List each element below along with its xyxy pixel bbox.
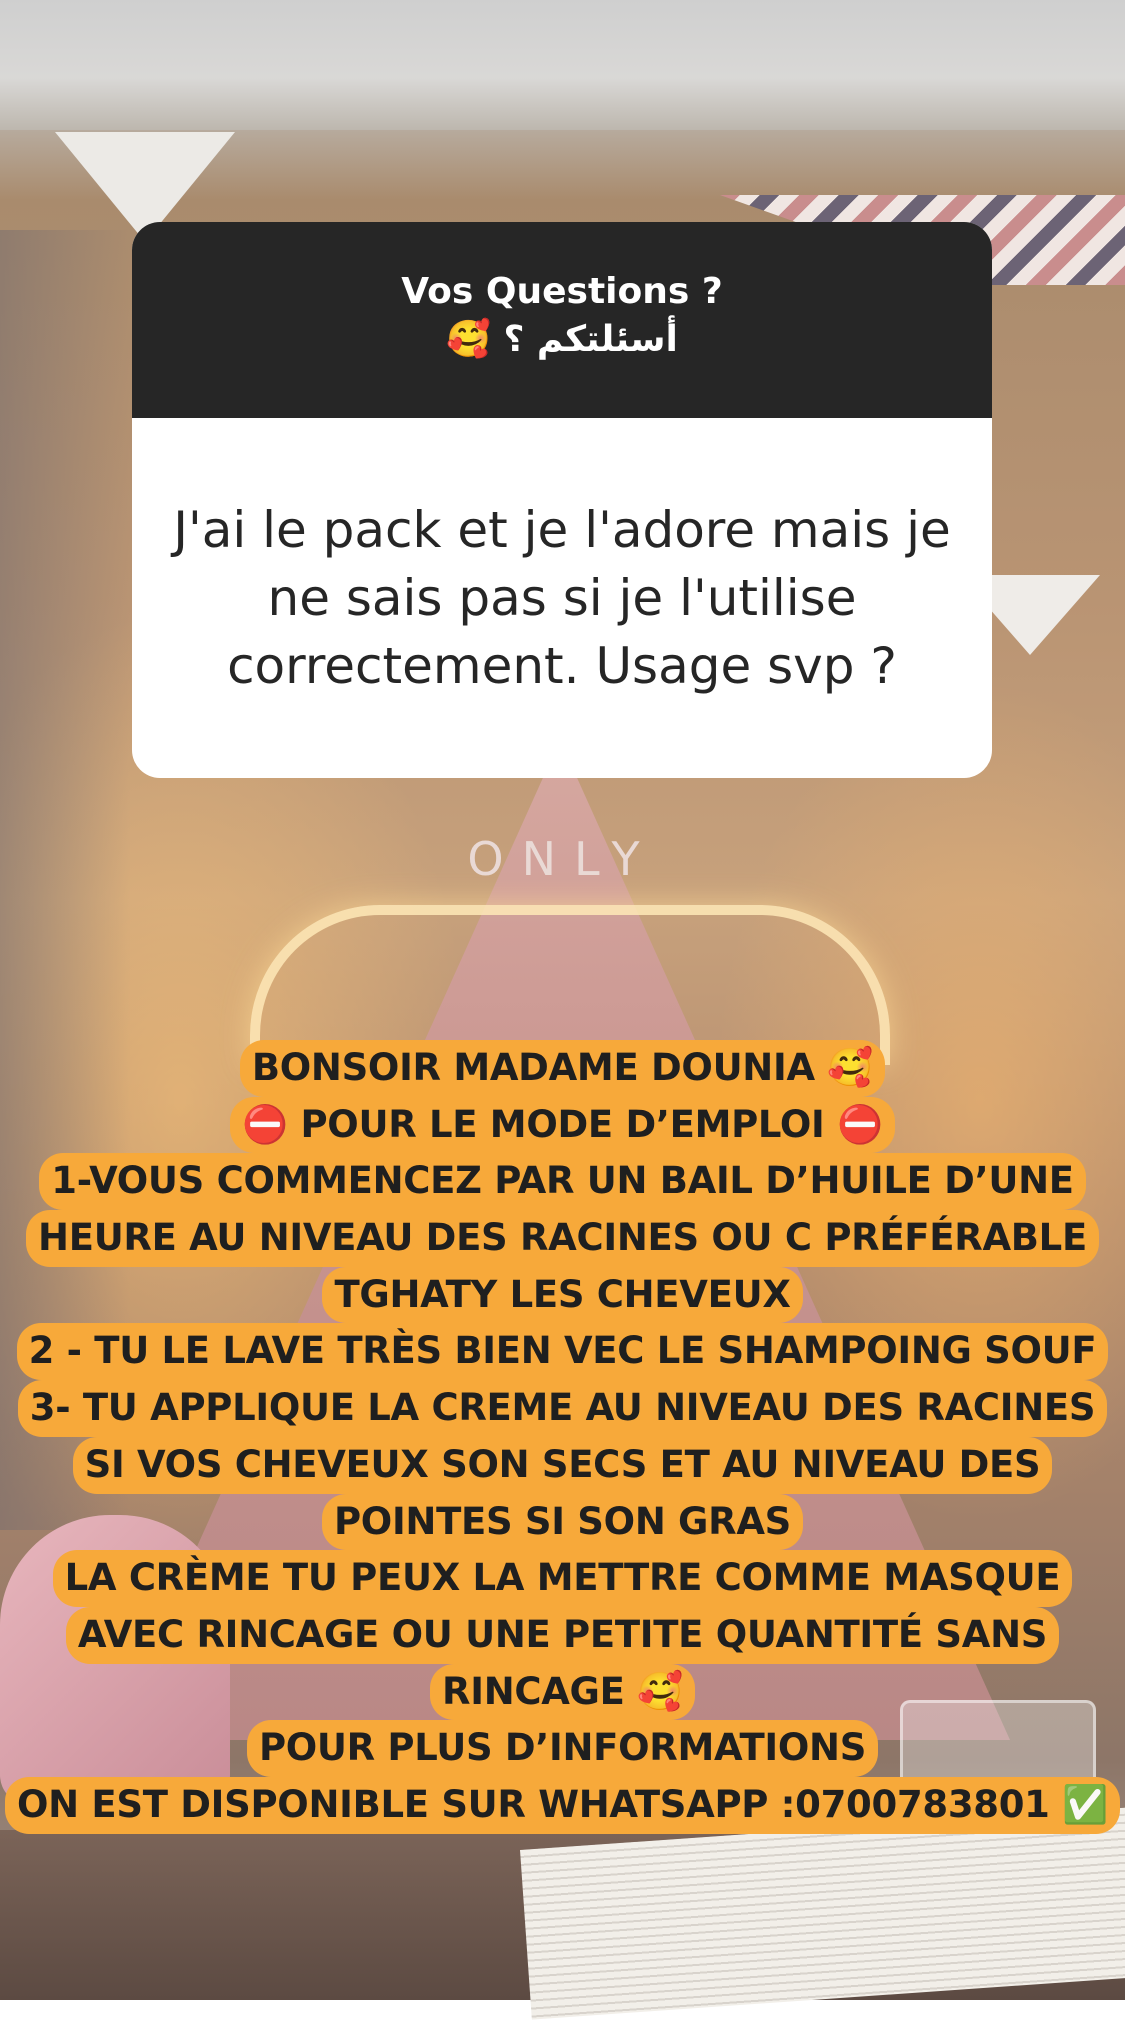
answer-line-text: AVEC RINCAGE OU UNE PETITE QUANTITÉ SANS	[65, 1606, 1060, 1664]
answer-line: ⛔️ POUR LE MODE D’EMPLOI ⛔️	[0, 1096, 1125, 1154]
answer-line-text: TGHATY LES CHEVEUX	[322, 1266, 803, 1324]
question-sticker[interactable]: Vos Questions ? أسئلتكم ؟ 🥰 J'ai le pack…	[132, 222, 992, 778]
answer-line: ON EST DISPONIBLE SUR WHATSAPP :07007838…	[0, 1776, 1125, 1834]
answer-line: RINCAGE 🥰	[0, 1663, 1125, 1721]
answer-line: 3- TU APPLIQUE LA CREME AU NIVEAU DES RA…	[0, 1380, 1125, 1437]
answer-line-text: HEURE AU NIVEAU DES RACINES OU C PRÉFÉRA…	[26, 1210, 1099, 1267]
answer-line: TGHATY LES CHEVEUX	[0, 1266, 1125, 1324]
answer-line-text: ⛔️ POUR LE MODE D’EMPLOI ⛔️	[230, 1096, 895, 1154]
answer-line: HEURE AU NIVEAU DES RACINES OU C PRÉFÉRA…	[0, 1210, 1125, 1267]
answer-line-text: 2 - TU LE LAVE TRÈS BIEN VEC LE SHAMPOIN…	[16, 1323, 1109, 1381]
answer-line-text: ON EST DISPONIBLE SUR WHATSAPP :07007838…	[5, 1776, 1120, 1834]
answer-line: 1-VOUS COMMENCEZ PAR UN BAIL D’HUILE D’U…	[0, 1153, 1125, 1211]
question-sticker-title: Vos Questions ?	[401, 271, 723, 312]
answer-line-text: POUR PLUS D’INFORMATIONS	[246, 1720, 879, 1777]
answer-line: POINTES SI SON GRAS	[0, 1493, 1125, 1551]
question-sticker-body: J'ai le pack et je l'adore mais je ne sa…	[132, 418, 992, 778]
answer-line-text: SI VOS CHEVEUX SON SECS ET AU NIVEAU DES	[72, 1436, 1053, 1494]
answer-line: POUR PLUS D’INFORMATIONS	[0, 1720, 1125, 1777]
answer-line: AVEC RINCAGE OU UNE PETITE QUANTITÉ SANS	[0, 1606, 1125, 1664]
question-sticker-header: Vos Questions ? أسئلتكم ؟ 🥰	[132, 222, 992, 418]
question-sticker-subtitle: أسئلتكم ؟ 🥰	[446, 319, 678, 360]
background-ceiling	[0, 0, 1125, 130]
answer-line-text: POINTES SI SON GRAS	[321, 1493, 804, 1551]
answer-line-text: 3- TU APPLIQUE LA CREME AU NIVEAU DES RA…	[17, 1380, 1108, 1437]
sign-word: ONLY	[467, 832, 658, 886]
answer-line: LA CRÈME TU PEUX LA METTRE COMME MASQUE	[0, 1550, 1125, 1607]
answer-line-text: RINCAGE 🥰	[430, 1663, 695, 1721]
answer-line: SI VOS CHEVEUX SON SECS ET AU NIVEAU DES	[0, 1436, 1125, 1494]
answer-line: 2 - TU LE LAVE TRÈS BIEN VEC LE SHAMPOIN…	[0, 1323, 1125, 1381]
question-text: J'ai le pack et je l'adore mais je ne sa…	[173, 501, 951, 695]
answer-line-text: BONSOIR MADAME DOUNIA 🥰	[239, 1040, 886, 1097]
answer-text-block[interactable]: BONSOIR MADAME DOUNIA 🥰 ⛔️ POUR LE MODE …	[0, 1040, 1125, 1834]
answer-line-text: 1-VOUS COMMENCEZ PAR UN BAIL D’HUILE D’U…	[39, 1153, 1086, 1211]
answer-line: BONSOIR MADAME DOUNIA 🥰	[0, 1040, 1125, 1097]
answer-line-text: LA CRÈME TU PEUX LA METTRE COMME MASQUE	[52, 1550, 1073, 1607]
